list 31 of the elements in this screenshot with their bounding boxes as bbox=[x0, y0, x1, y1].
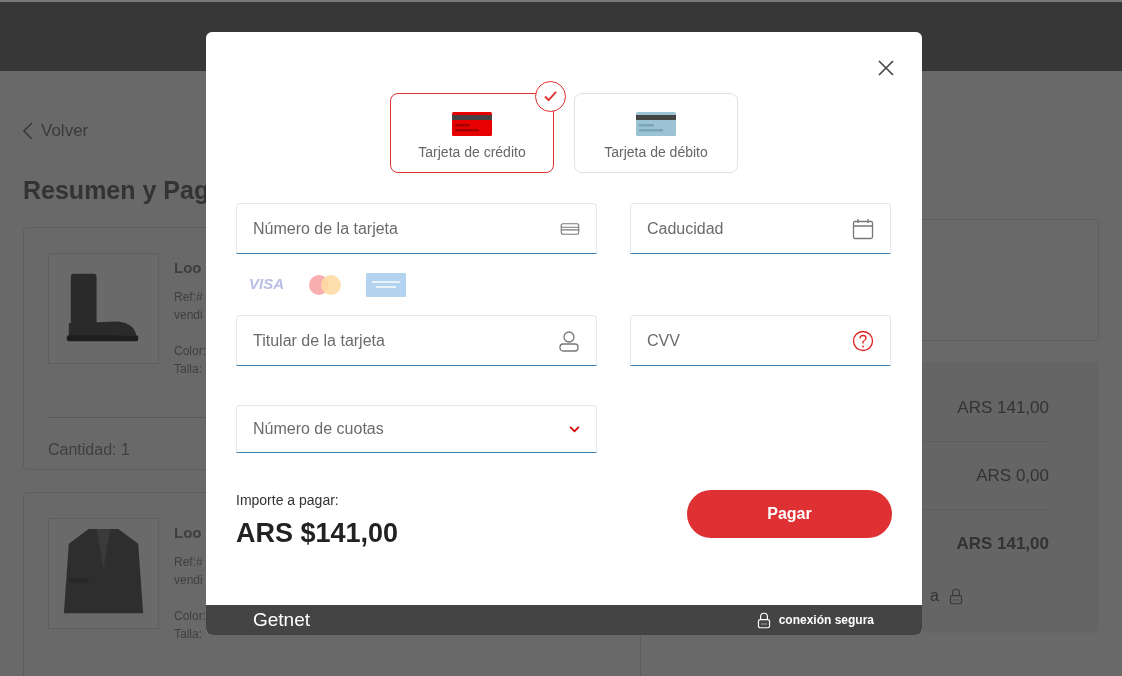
input-field[interactable]: CVV bbox=[647, 328, 852, 353]
input-field[interactable]: Número de la tarjeta bbox=[253, 216, 560, 241]
card-type-tab[interactable]: Tarjeta de débito bbox=[574, 93, 738, 173]
amount-value: ARS $141,00 bbox=[236, 517, 399, 550]
visa-logo: VISA bbox=[249, 274, 284, 295]
close-icon bbox=[878, 60, 894, 76]
text-field[interactable]: Titular de la tarjeta bbox=[236, 315, 597, 366]
text-field[interactable]: CVV bbox=[630, 315, 891, 366]
amex-logo bbox=[366, 272, 406, 297]
input-field[interactable]: Titular de la tarjeta bbox=[253, 328, 558, 353]
chevron-left-icon bbox=[23, 121, 33, 140]
text-field[interactable]: Caducidad bbox=[630, 203, 891, 254]
amount-label: Importe a pagar: bbox=[236, 491, 340, 510]
calendar-icon bbox=[852, 217, 874, 240]
debit-card-icon bbox=[636, 111, 676, 136]
mastercard-logo bbox=[309, 274, 341, 295]
chevron-down-icon bbox=[569, 425, 580, 433]
pay-button[interactable]: Pagar bbox=[687, 490, 892, 538]
help-icon[interactable] bbox=[852, 329, 874, 352]
credit-card-icon bbox=[452, 111, 492, 136]
card-icon bbox=[560, 221, 580, 236]
lock-icon bbox=[756, 611, 771, 629]
user-icon bbox=[558, 329, 580, 352]
close-button[interactable] bbox=[878, 60, 894, 76]
input-field[interactable]: Caducidad bbox=[647, 216, 852, 241]
lock-icon bbox=[949, 587, 963, 605]
text-field[interactable]: Número de la tarjeta bbox=[236, 203, 597, 254]
check-icon bbox=[544, 91, 557, 102]
installments-select[interactable]: Número de cuotas bbox=[236, 405, 597, 453]
secure-connection-text: conexión segura bbox=[778, 612, 874, 629]
brand-logo: Getnet bbox=[253, 607, 311, 632]
